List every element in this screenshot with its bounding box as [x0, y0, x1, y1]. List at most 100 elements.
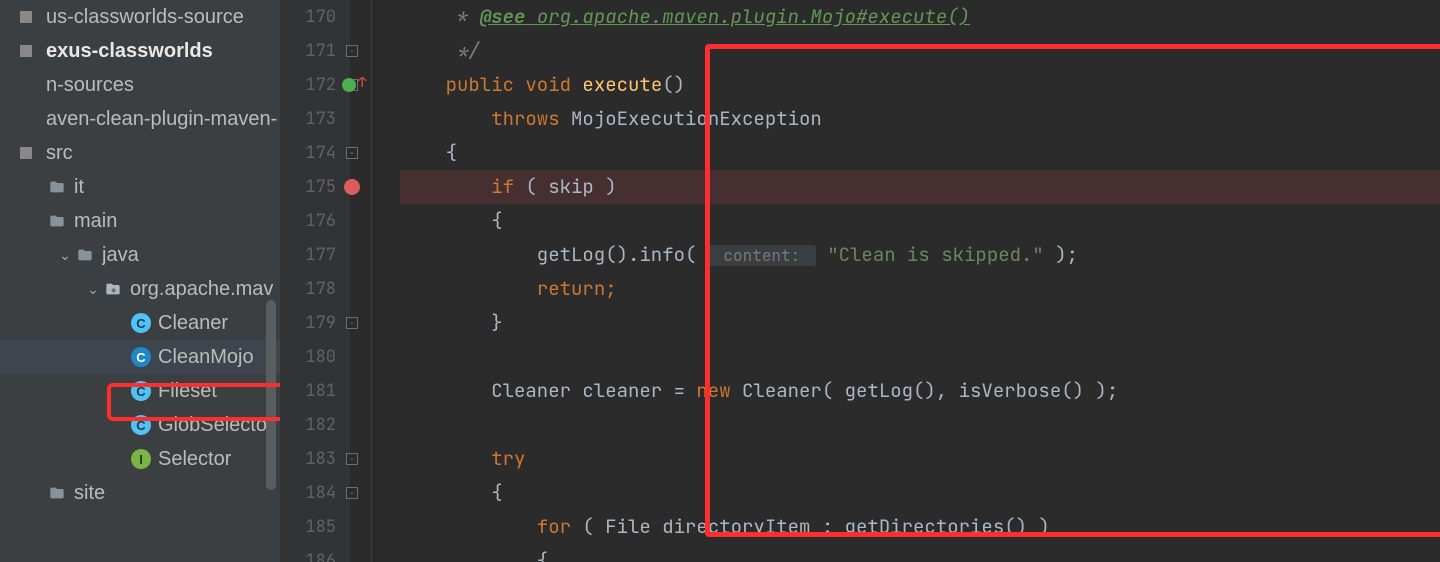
code-line[interactable]: }	[400, 306, 1440, 340]
code-editor[interactable]: −−−−−− ↑ 1701711721731741751761771781791…	[280, 0, 1440, 562]
class-icon: C	[130, 346, 152, 368]
line-number[interactable]: 186	[280, 544, 336, 562]
sidebar-scrollbar-thumb[interactable]	[266, 300, 276, 490]
tree-item-label: Cleaner	[158, 312, 228, 335]
line-number[interactable]: 175	[280, 170, 336, 204]
class-icon: C	[130, 414, 152, 436]
code-line[interactable]: {	[400, 476, 1440, 510]
tree-item[interactable]: I Selector	[0, 442, 280, 476]
tree-item-label: it	[74, 176, 84, 199]
tree-item[interactable]: it	[0, 170, 280, 204]
line-number[interactable]: 184	[280, 476, 336, 510]
code-token: content:	[708, 245, 816, 266]
line-number[interactable]: 172	[280, 68, 336, 102]
code-line[interactable]: throws MojoExecutionException	[400, 102, 1440, 136]
tree-item[interactable]: C Cleaner	[0, 306, 280, 340]
tree-item-label: n-sources	[46, 74, 134, 97]
code-token: {	[400, 208, 503, 233]
folder-icon	[47, 179, 67, 195]
code-token: Cleaner( getLog(), isVerbose() );	[742, 378, 1118, 403]
code-line[interactable]: {	[400, 204, 1440, 238]
tree-item[interactable]: exus-classworlds	[0, 34, 280, 68]
line-number[interactable]: 170	[280, 0, 336, 34]
tree-item-label: java	[102, 244, 139, 267]
class-icon: C	[130, 380, 152, 402]
tree-item-label: Selector	[158, 448, 231, 471]
line-number[interactable]: 173	[280, 102, 336, 136]
code-token: public void	[446, 72, 583, 97]
tree-item-label: CleanMojo	[158, 346, 254, 369]
tree-item[interactable]: site	[0, 476, 280, 510]
folder-icon	[46, 210, 68, 232]
code-line[interactable]: * @see org.apache.maven.plugin.Mojo#exec…	[400, 0, 1440, 34]
tree-item-label: Fileset	[158, 380, 217, 403]
line-number[interactable]: 178	[280, 272, 336, 306]
code-line[interactable]: Cleaner cleaner = new Cleaner( getLog(),…	[400, 374, 1440, 408]
tree-item[interactable]: CGlobSelector	[0, 408, 280, 442]
code-token: return;	[537, 276, 617, 301]
code-token: MojoExecutionException	[571, 106, 822, 131]
folder-icon	[46, 176, 68, 198]
code-token: Cleaner cleaner =	[400, 378, 696, 403]
tree-item[interactable]: ⌄ java	[0, 238, 280, 272]
tree-item[interactable]: n-sources	[0, 68, 280, 102]
tree-item[interactable]: aven-clean-plugin-maven-	[0, 102, 280, 136]
library-icon	[18, 40, 40, 62]
code-line[interactable]: for ( File directoryItem : getDirectorie…	[400, 510, 1440, 544]
line-number[interactable]: 179	[280, 306, 336, 340]
code-line[interactable]: public void execute()	[400, 68, 1440, 102]
code-token: }	[400, 310, 503, 335]
code-token: {	[400, 140, 457, 165]
code-line[interactable]: {	[400, 544, 1440, 562]
class-icon: C	[130, 312, 152, 334]
folder-icon	[75, 247, 95, 263]
tree-item-label: main	[74, 210, 117, 233]
code-line[interactable]: */	[400, 34, 1440, 68]
code-line[interactable]: return;	[400, 272, 1440, 306]
folder-icon	[74, 244, 96, 266]
code-line[interactable]: if ( skip )	[400, 170, 1440, 204]
tree-item-label: src	[46, 142, 73, 165]
project-tree[interactable]: us-classworlds-source exus-classworlds n-s…	[0, 0, 280, 562]
line-number[interactable]: 180	[280, 340, 336, 374]
code-token: {	[400, 548, 548, 562]
code-token: getLog().info(	[400, 242, 708, 267]
code-token: try	[491, 446, 525, 471]
tree-item[interactable]: us-classworlds-source	[0, 0, 280, 34]
code-line[interactable]	[400, 408, 1440, 442]
editor-gutter[interactable]: −−−−−− ↑ 1701711721731741751761771781791…	[280, 0, 350, 562]
tree-item[interactable]: ⌄org.apache.mav	[0, 272, 280, 306]
line-number[interactable]: 181	[280, 374, 336, 408]
line-number[interactable]: 182	[280, 408, 336, 442]
line-number[interactable]: 177	[280, 238, 336, 272]
code-line[interactable]: try	[400, 442, 1440, 476]
chevron-icon[interactable]: ⌄	[84, 281, 102, 298]
tree-item[interactable]: C Fileset	[0, 374, 280, 408]
tree-item-selected[interactable]: C CleanMojo	[0, 340, 280, 374]
code-token	[400, 276, 537, 301]
code-line[interactable]	[400, 340, 1440, 374]
line-number[interactable]: 176	[280, 204, 336, 238]
line-number[interactable]: 183	[280, 442, 336, 476]
code-token: ( File directoryItem : getDirectories() …	[571, 514, 1050, 539]
folder-icon	[47, 213, 67, 229]
code-line[interactable]: getLog().info( content: "Clean is skippe…	[400, 238, 1440, 272]
tree-item[interactable]: main	[0, 204, 280, 238]
code-token: */	[400, 38, 480, 63]
code-token	[400, 514, 537, 539]
tree-item-label: aven-clean-plugin-maven-	[46, 108, 277, 131]
folder-icon	[46, 482, 68, 504]
code-token	[400, 446, 491, 471]
interface-icon: I	[130, 448, 152, 470]
tree-item[interactable]: src	[0, 136, 280, 170]
code-token: new	[696, 378, 742, 403]
code-token: ()	[662, 72, 685, 97]
line-number[interactable]: 171	[280, 34, 336, 68]
line-number[interactable]: 185	[280, 510, 336, 544]
line-number[interactable]: 174	[280, 136, 336, 170]
code-line[interactable]: {	[400, 136, 1440, 170]
editor-code-area[interactable]: * @see org.apache.maven.plugin.Mojo#exec…	[350, 0, 1440, 562]
tree-item-label: exus-classworlds	[46, 40, 213, 63]
chevron-icon[interactable]: ⌄	[56, 247, 74, 264]
ide-root: us-classworlds-source exus-classworlds n-s…	[0, 0, 1440, 562]
